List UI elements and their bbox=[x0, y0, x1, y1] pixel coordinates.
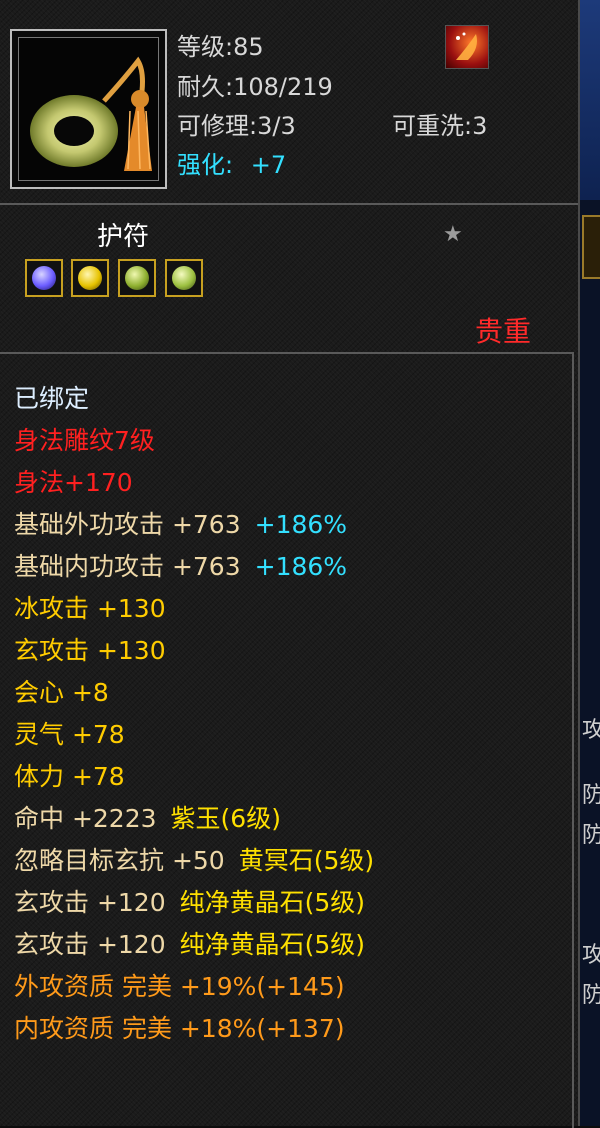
item-durability: 耐久:108/219 bbox=[177, 73, 333, 101]
stat-line: 身法雕纹7级 bbox=[14, 423, 155, 459]
stat-extra: +186% bbox=[254, 552, 348, 581]
stat-line: 内攻资质 完美 +18%(+137) bbox=[14, 1011, 345, 1047]
stat-text: 会心 +8 bbox=[14, 678, 109, 707]
stat-line: 体力 +78 bbox=[14, 759, 125, 795]
stat-text: 身法雕纹7级 bbox=[14, 426, 155, 455]
stat-text: 玄攻击 +130 bbox=[14, 636, 166, 665]
stat-line: 身法+170 bbox=[14, 465, 133, 501]
stat-extra: +186% bbox=[254, 510, 348, 539]
stat-extra: 纯净黄晶石(5级) bbox=[179, 888, 366, 917]
stat-extra: 纯净黄晶石(5级) bbox=[179, 930, 366, 959]
green-gem-icon bbox=[172, 266, 196, 290]
stat-text: 外攻资质 完美 +19%(+145) bbox=[14, 972, 345, 1001]
stat-text: 忽略目标玄抗 +50 bbox=[14, 846, 225, 875]
stat-text: 冰攻击 +130 bbox=[14, 594, 166, 623]
stat-line: 玄攻击 +130 bbox=[14, 633, 166, 669]
side-panel-glyph: 攻 bbox=[582, 943, 600, 968]
stat-text: 身法+170 bbox=[14, 468, 133, 497]
stat-line: 外攻资质 完美 +19%(+145) bbox=[14, 969, 345, 1005]
jade-ring-amulet-icon bbox=[30, 56, 152, 171]
stat-line: 忽略目标玄抗 +50 黄冥石(5级) bbox=[14, 843, 374, 879]
stat-line: 基础外功攻击 +763 +186% bbox=[14, 507, 347, 543]
stat-line: 基础内功攻击 +763 +186% bbox=[14, 549, 347, 585]
stat-text: 体力 +78 bbox=[14, 762, 125, 791]
gem-slot-3[interactable] bbox=[118, 259, 156, 297]
stat-line: 命中 +2223 紫玉(6级) bbox=[14, 801, 281, 837]
header-divider bbox=[0, 203, 578, 205]
star-icon[interactable]: ★ bbox=[443, 222, 463, 247]
purple-gem-icon bbox=[32, 266, 56, 290]
item-repair-count: 可修理:3/3 bbox=[177, 112, 296, 140]
stat-line: 会心 +8 bbox=[14, 675, 109, 711]
item-tooltip: 等级:85 耐久:108/219 可修理:3/3 可重洗:3 强化: +7 护符… bbox=[0, 0, 580, 1128]
gem-slot-4[interactable] bbox=[165, 259, 203, 297]
item-enhance: 强化: +7 bbox=[177, 150, 286, 180]
item-rewash-count: 可重洗:3 bbox=[392, 112, 488, 140]
stat-text: 玄攻击 +120 bbox=[14, 888, 166, 917]
stat-text: 基础外功攻击 +763 bbox=[14, 510, 241, 539]
stat-extra: 黄冥石(5级) bbox=[238, 846, 375, 875]
enhance-value: +7 bbox=[250, 151, 287, 179]
stat-text: 命中 +2223 bbox=[14, 804, 157, 833]
item-level: 等级:85 bbox=[177, 33, 264, 61]
gem-slot-2[interactable] bbox=[71, 259, 109, 297]
stat-line: 已绑定 bbox=[14, 381, 89, 417]
item-icon-frame bbox=[10, 29, 167, 189]
stat-line: 冰攻击 +130 bbox=[14, 591, 166, 627]
yellow-gem-icon bbox=[78, 266, 102, 290]
stat-line: 玄攻击 +120 纯净黄晶石(5级) bbox=[14, 885, 365, 921]
stat-line: 灵气 +78 bbox=[14, 717, 125, 753]
enhance-label: 强化: bbox=[177, 151, 234, 179]
side-panel-glyph: 防 bbox=[582, 983, 600, 1008]
stat-text: 玄攻击 +120 bbox=[14, 930, 166, 959]
side-panel-glyph: 攻 bbox=[582, 718, 600, 743]
background-side-panel: 攻防防攻防 bbox=[580, 0, 600, 1126]
stat-extra: 紫玉(6级) bbox=[170, 804, 281, 833]
stat-text: 已绑定 bbox=[14, 384, 90, 413]
rarity-label: 贵重 bbox=[475, 315, 532, 348]
side-panel-glyph: 防 bbox=[582, 823, 600, 848]
fire-effect-icon[interactable] bbox=[445, 25, 489, 69]
stat-text: 内攻资质 完美 +18%(+137) bbox=[14, 1014, 345, 1043]
stat-line: 玄攻击 +120 纯净黄晶石(5级) bbox=[14, 927, 365, 963]
stat-text: 基础内功攻击 +763 bbox=[14, 552, 241, 581]
side-panel-glyph: 防 bbox=[582, 783, 600, 808]
green-gem-icon bbox=[125, 266, 149, 290]
amulet-label: 护符 bbox=[97, 222, 150, 252]
gem-slot-1[interactable] bbox=[25, 259, 63, 297]
stat-text: 灵气 +78 bbox=[14, 720, 125, 749]
